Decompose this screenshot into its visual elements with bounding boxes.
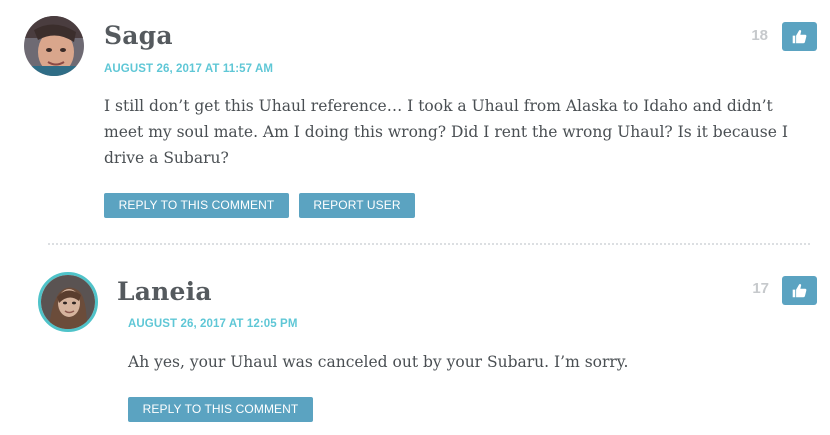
avatar-image-saga <box>24 16 84 76</box>
vote-count: 17 <box>752 280 769 297</box>
thumbs-up-icon <box>792 284 807 298</box>
report-user-button[interactable]: REPORT USER <box>299 193 415 218</box>
reply-button[interactable]: REPLY TO THIS COMMENT <box>104 193 289 218</box>
comment-body: I still don’t get this Uhaul reference… … <box>104 97 788 167</box>
thumbs-up-icon <box>792 30 807 44</box>
comment-divider <box>48 243 810 245</box>
reply-button[interactable]: REPLY TO THIS COMMENT <box>128 397 313 422</box>
avatar[interactable] <box>24 16 84 76</box>
like-button[interactable] <box>782 276 817 305</box>
comment-author: Saga <box>104 21 173 50</box>
avatar[interactable] <box>38 272 98 332</box>
comment-date[interactable]: AUGUST 26, 2017 AT 12:05 PM <box>128 318 298 330</box>
vote-count: 18 <box>751 27 768 44</box>
comment-author: Laneia <box>117 277 212 306</box>
avatar-image-laneia <box>41 275 95 329</box>
comment-date[interactable]: AUGUST 26, 2017 AT 11:57 AM <box>104 63 273 75</box>
comment-body: Ah yes, your Uhaul was canceled out by y… <box>128 353 629 371</box>
like-button[interactable] <box>782 22 817 51</box>
